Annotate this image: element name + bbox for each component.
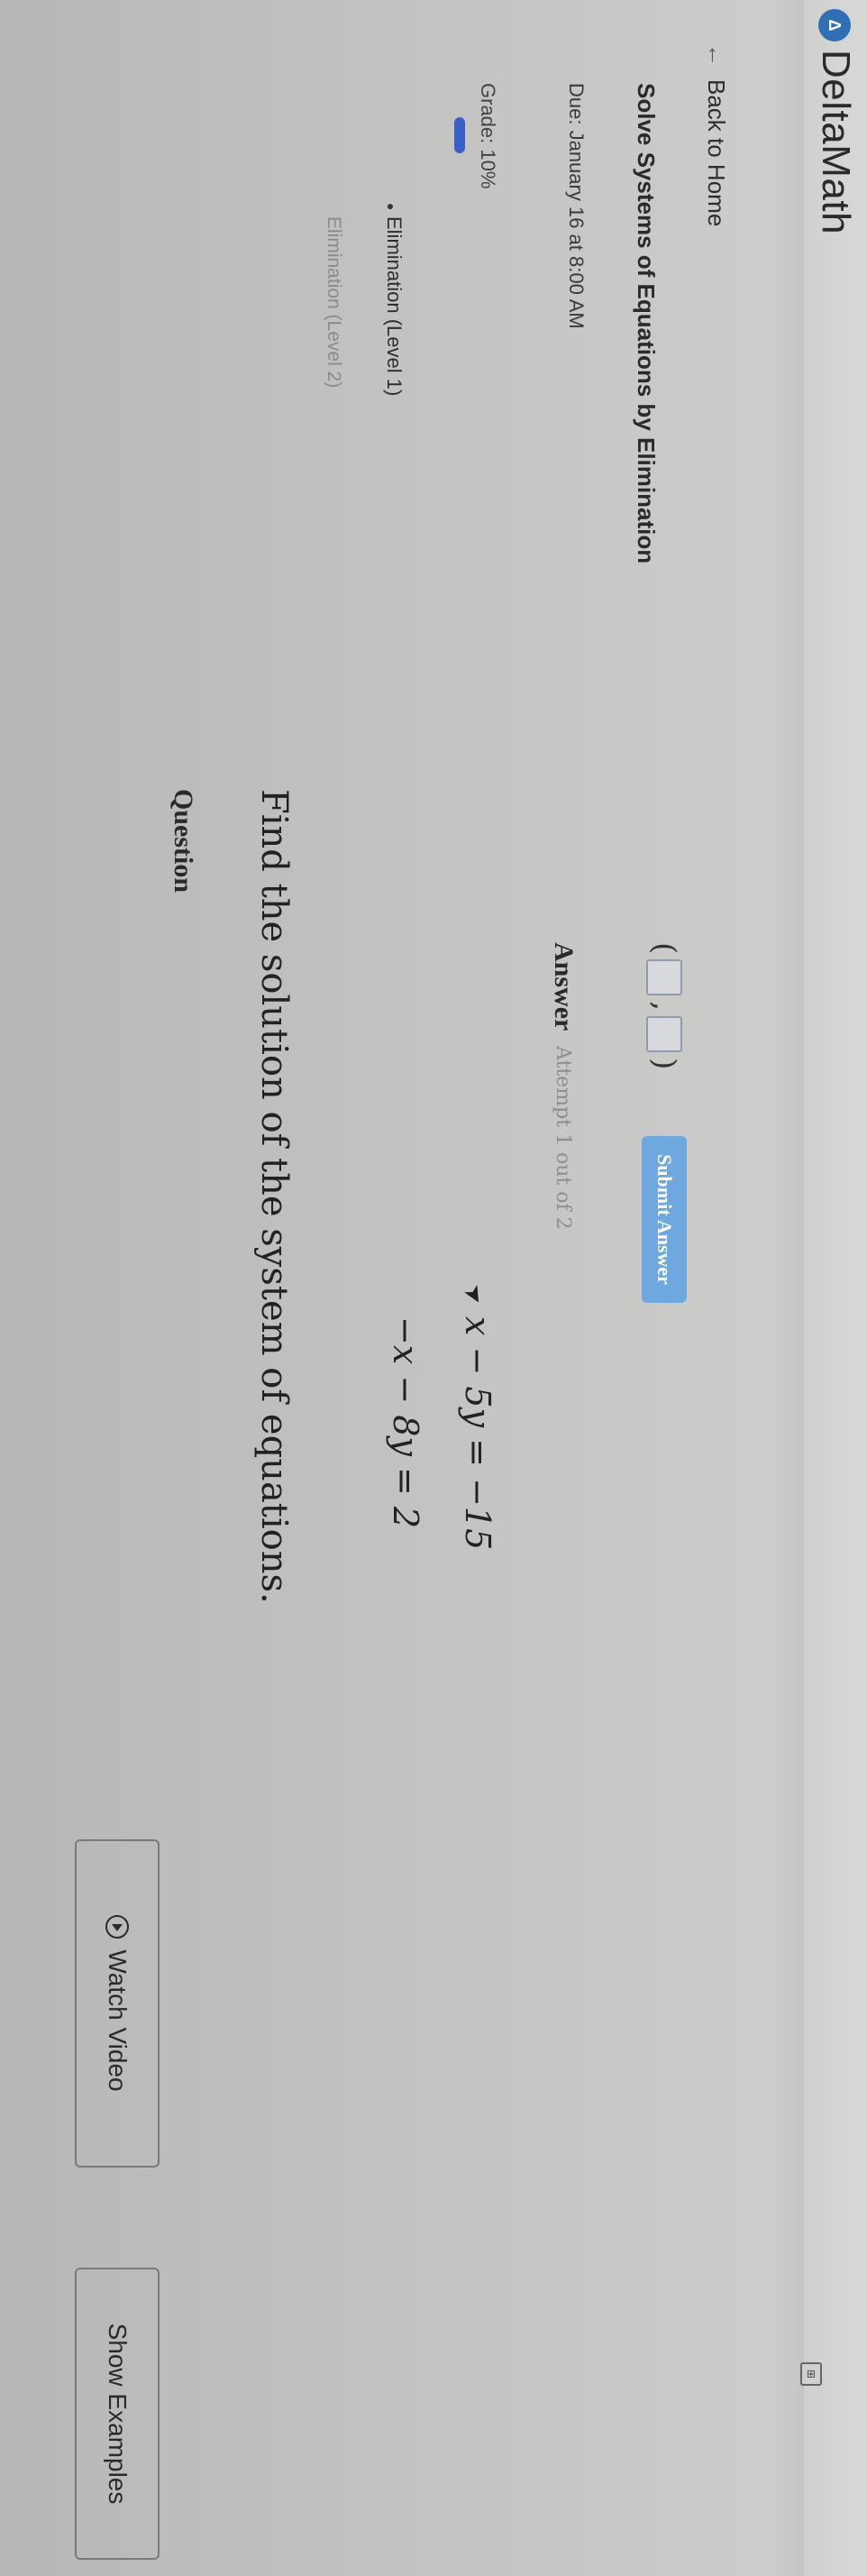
grade-text: Grade: 10% [477,83,499,189]
question-prompt: Find the solution of the system of equat… [253,789,295,1604]
photo-screen: Δ DeltaMath ← Back to Home Solve Systems… [0,0,867,2576]
show-examples-button[interactable]: Show Examples [75,2268,160,2560]
current-skill-bullet-icon: ● [384,203,398,211]
play-circle-icon [105,1915,129,1939]
grade-progress-bar [454,117,465,153]
close-paren: ) [646,1058,682,1070]
answer-heading: Answer [549,942,579,1031]
header-shadow [768,0,804,2576]
due-date: Due: January 16 at 8:00 AM [565,83,588,329]
equation-1: −x − 8y = 2 [386,1316,425,1529]
watch-video-button[interactable]: Watch Video [75,1839,160,2168]
brand-name: DeltaMath [814,50,858,235]
deltamath-logo-icon: Δ [818,9,851,41]
comma: , [646,1001,682,1012]
calculator-icon[interactable]: ⊞ [800,2362,822,2386]
skill-item-elimination-level-2[interactable]: Elimination (Level 2) [323,216,344,388]
open-paren: ( [646,942,682,955]
ordered-pair-input: ( , ) [646,942,682,1069]
mouse-cursor-icon: ➤ [458,1279,492,1310]
question-heading: Question [169,789,198,894]
x-answer-input[interactable] [646,959,682,996]
app-header: Δ DeltaMath [804,0,867,2576]
watch-video-label: Watch Video [104,1949,132,2092]
y-answer-input[interactable] [646,1016,682,1053]
submit-answer-button[interactable]: Submit Answer [642,1136,687,1303]
skill-item-elimination-level-1[interactable]: Elimination (Level 1) [382,216,406,396]
assignment-title: Solve Systems of Equations by Eliminatio… [633,83,660,564]
back-arrow-icon[interactable]: ← [702,43,730,67]
equation-2: x − 5y = −15 [458,1316,497,1551]
attempt-counter: Attempt 1 out of 2 [552,1046,574,1230]
back-to-home-link[interactable]: Back to Home [702,79,730,226]
